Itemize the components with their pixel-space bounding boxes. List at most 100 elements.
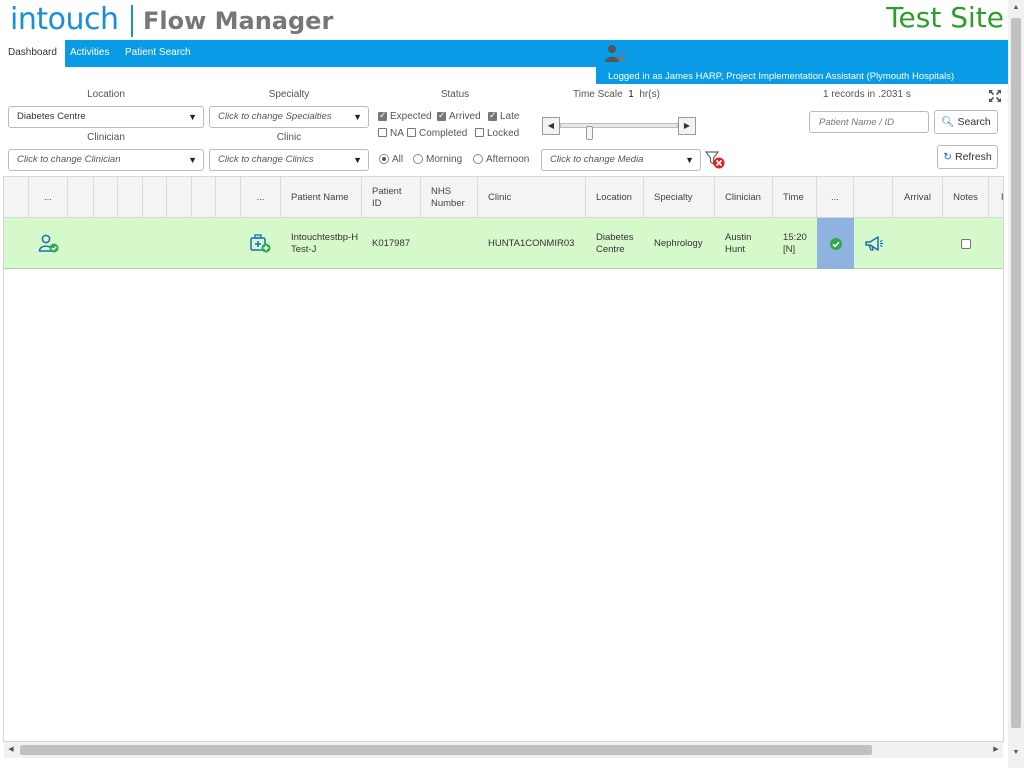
status-expected-checkbox[interactable] xyxy=(378,110,387,121)
status-late-checkbox[interactable] xyxy=(488,110,497,121)
nhs-number-cell xyxy=(421,218,478,269)
specialty-cell: Nephrology xyxy=(654,237,703,249)
column-header-more[interactable]: ... xyxy=(241,177,281,218)
column-header-patient-id[interactable]: Patient ID xyxy=(362,177,421,218)
column-header-location[interactable]: Location xyxy=(586,177,644,218)
session-afternoon-radio[interactable] xyxy=(473,154,483,164)
column-header-empty[interactable] xyxy=(118,177,143,218)
vertical-scroll-thumb[interactable] xyxy=(1011,18,1021,728)
chevron-down-icon: ▼ xyxy=(353,112,362,122)
media-select[interactable]: Click to change Media ▼ xyxy=(541,149,701,171)
tab-activities[interactable]: Activities xyxy=(62,40,117,67)
column-header-more[interactable]: ... xyxy=(29,177,68,218)
records-count: 1 records in .2031 s xyxy=(823,89,911,100)
column-header-empty[interactable] xyxy=(854,177,893,218)
timescale-unit: hr(s) xyxy=(639,89,660,100)
session-morning-label: Morning xyxy=(426,154,463,165)
scroll-down-arrow-icon[interactable]: ▼ xyxy=(1008,745,1024,761)
specialty-select[interactable]: Click to change Specialties ▼ xyxy=(209,106,369,128)
patient-status-cell[interactable] xyxy=(29,218,68,269)
megaphone-icon[interactable] xyxy=(864,235,884,253)
slider-thumb[interactable] xyxy=(586,126,593,140)
chevron-down-icon: ▼ xyxy=(188,112,197,122)
horizontal-scroll-thumb[interactable] xyxy=(20,745,872,755)
session-morning-radio[interactable] xyxy=(413,154,423,164)
status-na-checkbox[interactable] xyxy=(378,128,387,137)
column-header-truncated[interactable]: F xyxy=(989,177,1003,218)
column-header-more[interactable]: ... xyxy=(817,177,854,218)
medical-kit-add-icon[interactable] xyxy=(250,233,272,254)
timescale-slider[interactable]: ◀ ▶ xyxy=(542,117,696,140)
session-all-radio[interactable] xyxy=(379,154,389,164)
status-locked-label: Locked xyxy=(487,128,520,139)
patient-name-cell: Intouchtestbp-H Test-J xyxy=(291,231,359,255)
tab-dashboard[interactable]: Dashboard xyxy=(0,40,65,67)
column-header-empty[interactable] xyxy=(94,177,118,218)
scroll-up-arrow-icon[interactable]: ▲ xyxy=(1008,0,1024,16)
scroll-left-arrow-icon[interactable]: ◀ xyxy=(4,742,18,758)
clear-filter-icon[interactable] xyxy=(705,150,725,170)
user-panel: Logged in as James HARP, Project Impleme… xyxy=(596,40,1008,84)
arrived-status-cell[interactable] xyxy=(817,218,854,269)
logged-in-text: Logged in as James HARP, Project Impleme… xyxy=(608,71,955,82)
status-arrived-checkbox[interactable] xyxy=(437,110,446,121)
session-all-label: All xyxy=(392,154,404,165)
clinician-cell: Austin Hunt xyxy=(715,218,773,269)
clinic-select[interactable]: Click to change Clinics ▼ xyxy=(209,149,369,171)
status-completed-checkbox[interactable] xyxy=(407,128,416,137)
column-header-empty[interactable] xyxy=(167,177,192,218)
status-locked-checkbox[interactable] xyxy=(475,128,484,137)
column-header-specialty[interactable]: Specialty xyxy=(644,177,715,218)
chevron-down-icon: ▼ xyxy=(188,155,197,165)
column-header-empty[interactable] xyxy=(68,177,94,218)
column-header-clinic[interactable]: Clinic xyxy=(478,177,586,218)
clinician-cell-text: Austin Hunt xyxy=(725,231,752,255)
grid-header: ... ... Patient Name Patient ID NHS Numb… xyxy=(4,177,1003,218)
column-header-empty[interactable] xyxy=(216,177,241,218)
user-settings-icon[interactable] xyxy=(604,44,626,64)
expand-icon[interactable] xyxy=(988,89,1002,103)
column-header-clinician[interactable]: Clinician xyxy=(715,177,773,218)
timescale-label: Time Scale xyxy=(573,89,623,100)
refresh-button-label: Refresh xyxy=(954,151,992,163)
column-header-time[interactable]: Time xyxy=(773,177,817,218)
time-cell-text: 15:20 [N] xyxy=(783,231,807,255)
column-header-nhs-number-label: NHS Number xyxy=(431,185,465,209)
tab-patient-search[interactable]: Patient Search xyxy=(117,40,199,67)
patient-checked-in-icon[interactable] xyxy=(38,234,60,254)
scroll-right-arrow-icon[interactable]: ▶ xyxy=(989,742,1003,758)
refresh-icon: ↻ xyxy=(943,151,953,163)
session-afternoon-label: Afternoon xyxy=(486,154,530,165)
announce-cell[interactable] xyxy=(854,218,893,269)
timescale-value: 1 xyxy=(628,89,634,100)
patient-search-input[interactable] xyxy=(809,111,929,133)
location-select[interactable]: Diabetes Centre ▼ xyxy=(8,106,204,128)
column-header-arrival[interactable]: Arrival xyxy=(893,177,943,218)
slider-left-arrow-icon[interactable]: ◀ xyxy=(542,117,560,135)
slider-track[interactable] xyxy=(560,123,678,140)
timescale-text: Time Scale 1 hr(s) xyxy=(573,89,660,100)
clinic-placeholder: Click to change Clinics xyxy=(218,154,314,165)
column-header-patient-name[interactable]: Patient Name xyxy=(281,177,362,218)
column-header-empty[interactable] xyxy=(4,177,29,218)
table-row[interactable]: Intouchtestbp-H Test-J K017987 HUNTA1CON… xyxy=(4,218,1003,269)
refresh-button[interactable]: ↻ Refresh xyxy=(937,145,998,169)
column-header-nhs-number[interactable]: NHS Number xyxy=(421,177,478,218)
time-cell: 15:20 [N] xyxy=(773,218,817,269)
clinician-select[interactable]: Click to change Clinician ▼ xyxy=(8,149,204,171)
column-header-empty[interactable] xyxy=(192,177,216,218)
status-arrived-label: Arrived xyxy=(449,111,481,122)
column-header-notes[interactable]: Notes xyxy=(943,177,989,218)
patient-grid: ... ... Patient Name Patient ID NHS Numb… xyxy=(3,176,1004,742)
vertical-scrollbar[interactable]: ▲ ▼ xyxy=(1008,0,1024,768)
search-button[interactable]: 🔍︎ Search xyxy=(934,110,998,134)
notes-checkbox[interactable] xyxy=(961,238,971,249)
chevron-down-icon: ▼ xyxy=(353,155,362,165)
column-header-empty[interactable] xyxy=(143,177,167,218)
logo-divider xyxy=(131,5,133,37)
horizontal-scrollbar[interactable]: ◀ ▶ xyxy=(4,742,1003,758)
notes-cell[interactable] xyxy=(943,218,989,269)
media-placeholder: Click to change Media xyxy=(550,154,644,165)
medical-record-cell[interactable] xyxy=(241,218,281,269)
slider-right-arrow-icon[interactable]: ▶ xyxy=(678,117,696,135)
